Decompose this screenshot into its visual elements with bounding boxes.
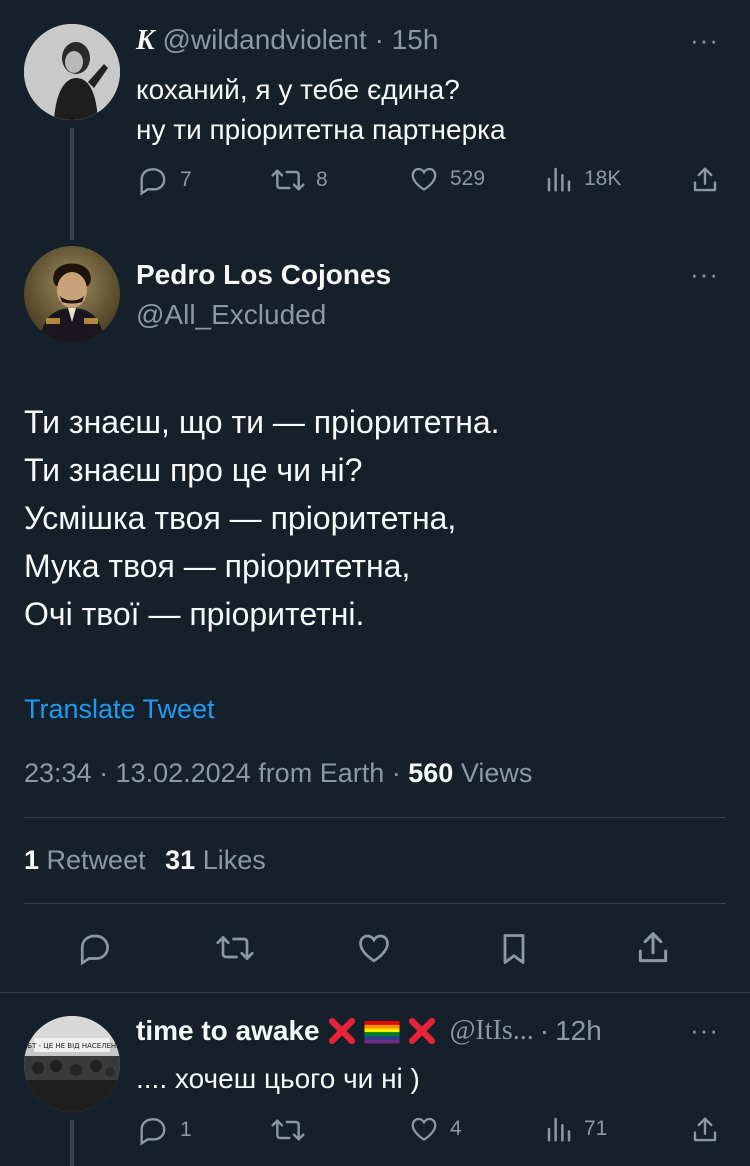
likes-count: 31 xyxy=(165,845,196,875)
retweet-icon xyxy=(216,936,254,960)
avatar-protest-photo: ЛГБТ - ЦЕ НЕ ВІД НАСЕЛЕННЯ xyxy=(24,1016,120,1112)
reply-retweet-button[interactable] xyxy=(270,1114,316,1146)
avatar-all-excluded[interactable] xyxy=(24,246,120,342)
reply-like-button[interactable]: 4 xyxy=(408,1114,462,1144)
thread-line xyxy=(70,1120,74,1166)
retweets-count: 1 xyxy=(24,845,40,875)
reply-separator: · xyxy=(539,1015,550,1046)
cross-icon xyxy=(328,1017,355,1045)
views-count: 18K xyxy=(584,167,622,190)
reply-handle[interactable]: @ItIs... xyxy=(450,1014,534,1048)
divider xyxy=(0,992,750,993)
tweet1-line: ну ти пріоритетна партнерка xyxy=(136,114,506,145)
avatar-photo xyxy=(24,24,120,120)
views-icon xyxy=(547,1117,571,1142)
main-tweet-text: Ти знаєш, що ти — пріоритетна. Ти знаєш … xyxy=(24,398,500,638)
like-icon xyxy=(359,934,389,963)
share-icon xyxy=(693,167,717,192)
main-like-button[interactable] xyxy=(355,930,393,966)
tweet1-text: коханий, я у тебе єдина? ну ти пріоритет… xyxy=(136,70,506,150)
views-icon xyxy=(547,167,571,192)
share-icon xyxy=(693,1117,717,1142)
thread-line xyxy=(70,128,74,240)
retweet-icon xyxy=(271,169,305,191)
like-icon xyxy=(411,167,437,191)
divider xyxy=(24,903,726,904)
avatar-banner-text: ЛГБТ - ЦЕ НЕ ВІД НАСЕЛЕННЯ xyxy=(24,1042,120,1050)
poem-line: Ти знаєш, що ти — пріоритетна. xyxy=(24,404,500,440)
reply-reply-button[interactable]: 1 xyxy=(136,1114,192,1146)
tweet1-display-name[interactable]: K xyxy=(136,25,155,56)
retweet-icon xyxy=(271,1119,305,1141)
cross-icon xyxy=(408,1017,435,1045)
like-count: 4 xyxy=(450,1117,462,1140)
views-label: Views xyxy=(460,758,533,788)
main-display-name[interactable]: Pedro Los Cojones xyxy=(136,258,391,292)
translate-tweet-link[interactable]: Translate Tweet xyxy=(24,692,215,726)
tweet1-time[interactable]: 15h xyxy=(392,24,439,55)
divider xyxy=(24,817,726,818)
tweet1-like-button[interactable]: 529 xyxy=(408,164,485,194)
tweet1-more-icon[interactable]: ··· xyxy=(690,27,719,53)
avatar-time-to-awake[interactable]: ЛГБТ - ЦЕ НЕ ВІД НАСЕЛЕННЯ xyxy=(24,1016,120,1112)
tweet1-views-button[interactable]: 18K xyxy=(544,164,621,194)
likes-stat[interactable]: 31 Likes xyxy=(165,845,266,875)
poem-line: Усмішка твоя — пріоритетна, xyxy=(24,500,457,536)
main-more-icon[interactable]: ··· xyxy=(690,261,719,287)
reply-count: 7 xyxy=(180,168,192,191)
rainbow-flag-icon xyxy=(364,1021,400,1044)
poem-line: Ти знаєш про це чи ні? xyxy=(24,452,363,488)
engagement-stats: 1 Retweet 31 Likes xyxy=(24,843,266,877)
like-count: 529 xyxy=(450,167,486,190)
main-reply-button[interactable] xyxy=(76,930,114,966)
bookmark-icon xyxy=(503,934,525,964)
tweet1-handle[interactable]: @wildandviolent xyxy=(162,24,366,55)
main-share-button[interactable] xyxy=(634,928,672,968)
tweet1-share-button[interactable] xyxy=(690,164,720,196)
reply-display-name[interactable]: time to awake xyxy=(136,1014,320,1048)
main-retweet-button[interactable] xyxy=(214,930,256,966)
avatar-portrait xyxy=(24,246,120,342)
tweet1-reply-button[interactable]: 7 xyxy=(136,164,192,196)
reply-icon xyxy=(80,934,109,966)
tweet1-line: коханий, я у тебе єдина? xyxy=(136,74,460,105)
reply-more-icon[interactable]: ··· xyxy=(690,1017,719,1043)
avatar-wildandviolent[interactable] xyxy=(24,24,120,120)
tweet1-separator: · xyxy=(374,24,384,55)
tweet-meta: 23:34 · 13.02.2024 from Earth · 560 View… xyxy=(24,756,532,790)
like-icon xyxy=(411,1117,437,1141)
reply-text: .... хочеш цього чи ні ) xyxy=(136,1063,420,1094)
tweet-timestamp[interactable]: 23:34 · 13.02.2024 from Earth · xyxy=(24,758,401,788)
main-handle[interactable]: @All_Excluded xyxy=(136,298,326,332)
reply-share-button[interactable] xyxy=(690,1114,720,1146)
reply-header: time to awake @ItIs... · 12h xyxy=(136,1014,602,1048)
poem-line: Мука твоя — пріоритетна, xyxy=(24,548,411,584)
views-count: 71 xyxy=(584,1117,608,1140)
reply-views-button[interactable]: 71 xyxy=(544,1114,607,1144)
share-icon xyxy=(638,932,668,963)
reply-time[interactable]: 12h xyxy=(555,1014,602,1048)
retweets-stat[interactable]: 1 Retweet xyxy=(24,845,153,875)
retweets-label: Retweet xyxy=(46,845,146,875)
reply-icon xyxy=(140,168,166,196)
reply-count: 1 xyxy=(180,1118,192,1141)
reply-icon xyxy=(140,1118,166,1146)
views-count: 560 xyxy=(408,758,454,788)
poem-line: Очі твої — пріоритетні. xyxy=(24,596,365,632)
retweet-count: 8 xyxy=(316,168,328,191)
likes-label: Likes xyxy=(202,845,266,875)
tweet1-retweet-button[interactable]: 8 xyxy=(270,164,328,196)
tweet1-header: K @wildandviolent · 15h xyxy=(136,24,438,57)
main-bookmark-button[interactable] xyxy=(496,930,532,968)
